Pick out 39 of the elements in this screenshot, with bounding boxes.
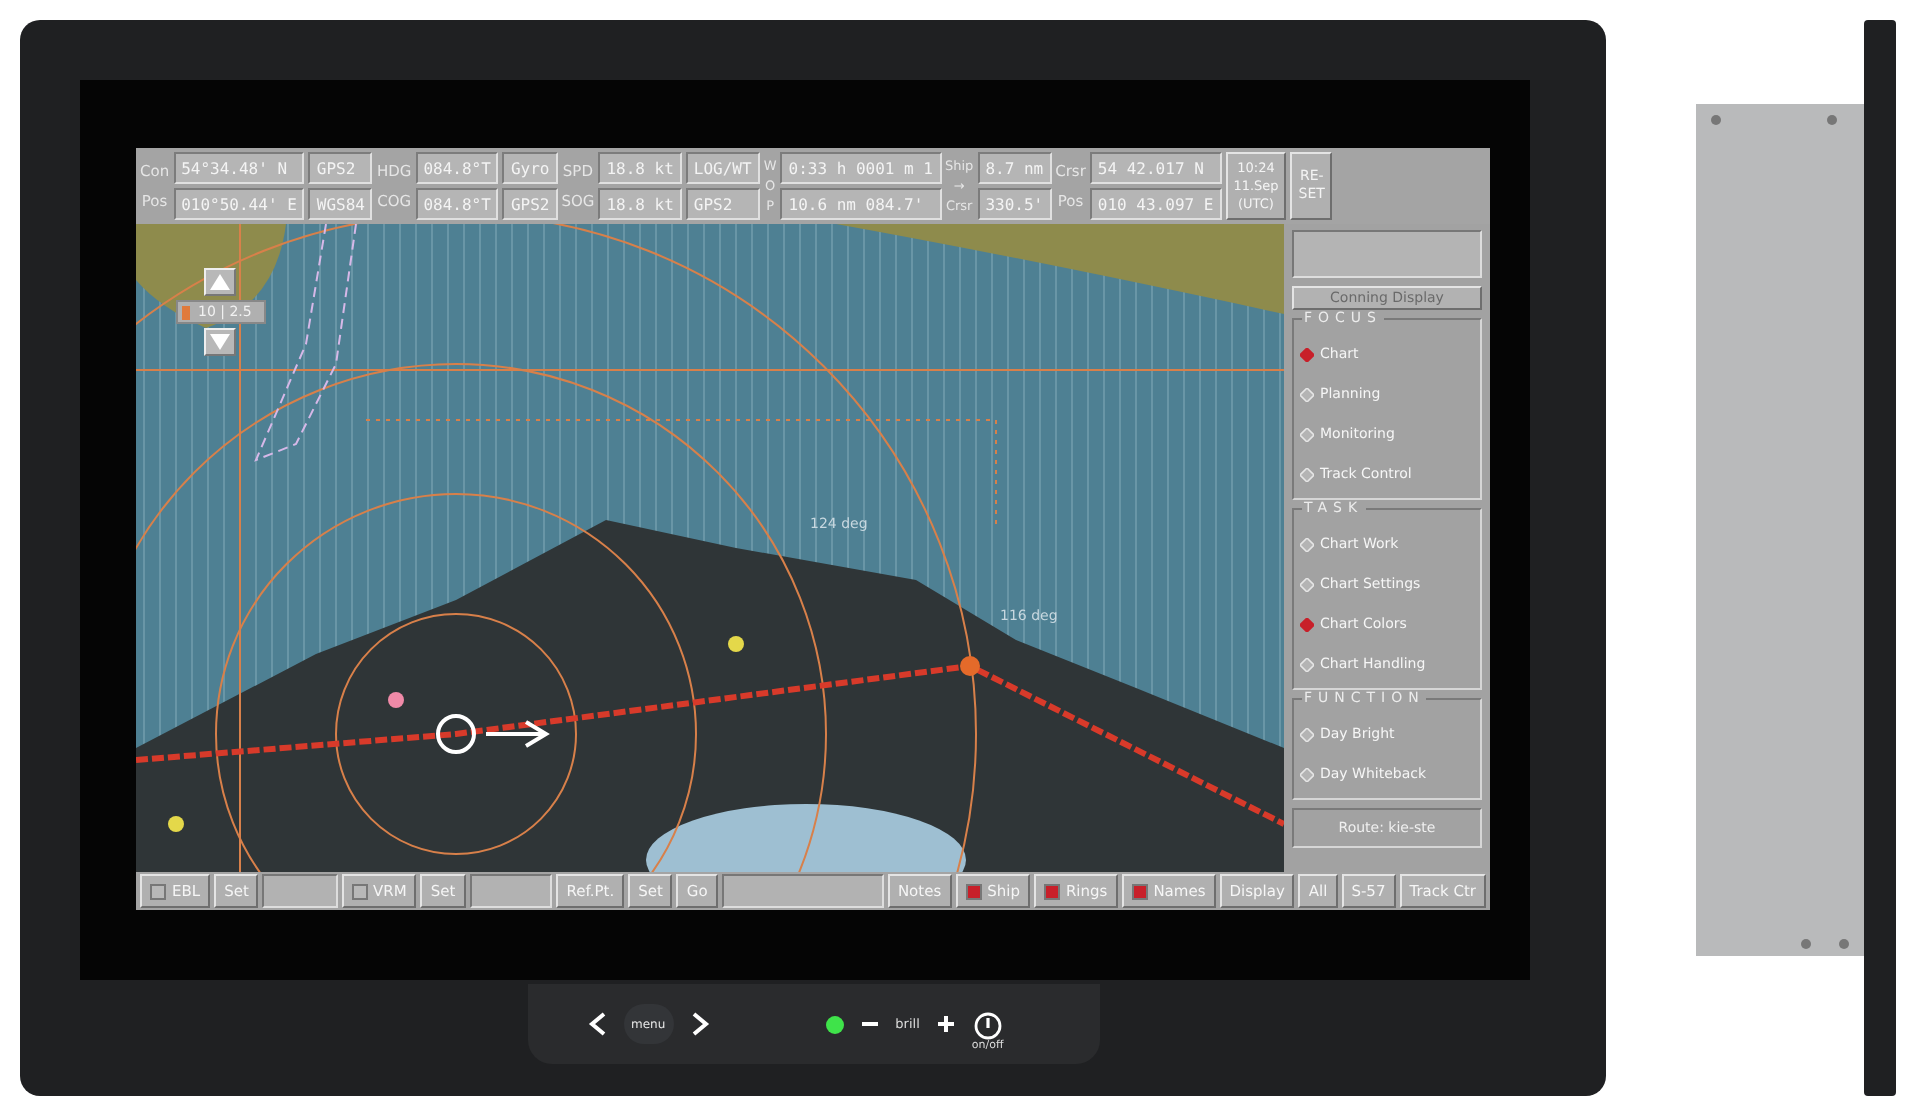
- waypoint-marker: [960, 656, 980, 676]
- readout-field: GPS2: [502, 188, 558, 220]
- readout-field: 084.8°T: [415, 188, 499, 220]
- readout-field: GPS2: [685, 188, 760, 220]
- input-field[interactable]: [721, 874, 884, 908]
- checkbox[interactable]: [1043, 883, 1060, 899]
- input-field[interactable]: [262, 874, 338, 908]
- readout-field: 010°50.44' E: [173, 188, 305, 220]
- zoom-in-button[interactable]: [204, 268, 237, 296]
- readout-field: 54°34.48' N: [173, 152, 305, 184]
- checkbox[interactable]: [351, 883, 368, 899]
- readout-field: GPS2: [308, 152, 373, 184]
- chevron-right-icon[interactable]: [689, 1012, 710, 1036]
- readout-field: LOG/WT: [685, 152, 760, 184]
- readout-field: 10.6 nm 084.7': [780, 188, 941, 220]
- readout-field: 010 43.097 E: [1089, 188, 1222, 220]
- triangle-down-icon: [210, 334, 231, 350]
- chevron-left-icon[interactable]: [587, 1012, 607, 1036]
- readout-field: 8.7 nm: [977, 152, 1052, 184]
- checkbox[interactable]: [965, 883, 982, 899]
- readout-field: Gyro: [502, 152, 558, 184]
- power-icon[interactable]: [973, 1012, 1002, 1040]
- readout-field: 18.8 kt: [598, 152, 682, 184]
- buoy-marker: [728, 636, 744, 652]
- zoom-out-button[interactable]: [204, 328, 237, 356]
- readout-field: 330.5': [977, 188, 1052, 220]
- readout-field: 084.8°T: [415, 152, 499, 184]
- plus-icon[interactable]: [935, 1014, 956, 1034]
- input-field[interactable]: [469, 874, 553, 908]
- buoy-marker: [388, 692, 404, 708]
- triangle-up-icon: [210, 274, 231, 290]
- checkbox[interactable]: [150, 883, 166, 899]
- checkbox[interactable]: [1131, 883, 1148, 899]
- readout-field: 54 42.017 N: [1089, 152, 1222, 184]
- readout-field: WGS84: [308, 188, 373, 220]
- readout-field: 0:33 h 0001 m 1: [780, 152, 941, 184]
- buoy-marker: [168, 816, 184, 832]
- readout-field: 18.8 kt: [598, 188, 682, 220]
- ship-symbol[interactable]: [436, 714, 550, 754]
